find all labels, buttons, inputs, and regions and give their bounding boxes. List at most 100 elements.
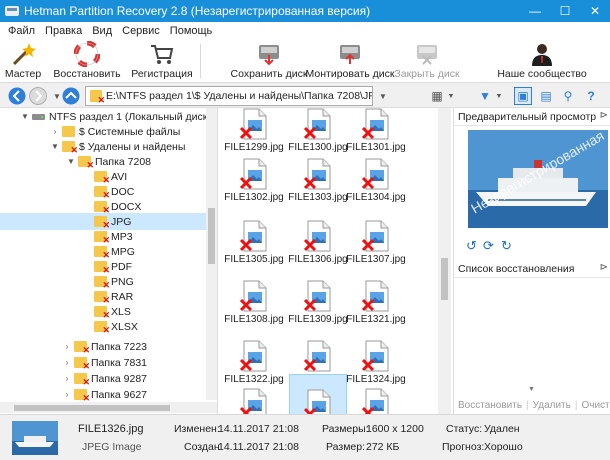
search-icon[interactable]: ⚲ <box>559 87 577 105</box>
status-size-value: 272 КБ <box>366 441 400 453</box>
pin-icon[interactable]: ⊳ <box>600 110 608 121</box>
recovery-delete-button[interactable]: Удалить <box>529 400 575 411</box>
file-item[interactable]: FILE1302.jpg <box>224 144 284 212</box>
app-icon <box>5 6 19 16</box>
restore-button[interactable]: Восстановить <box>52 40 122 82</box>
file-item-label: FILE1307.jpg <box>346 254 406 265</box>
view-mode-dropdown-icon[interactable]: ▼ <box>442 87 460 105</box>
tree-node-label: PNG <box>111 275 134 288</box>
file-item[interactable]: FILE1308.jpg <box>224 266 284 334</box>
tree-node[interactable]: › ✕ Папка 9287 <box>62 370 147 387</box>
close-disk-icon <box>417 45 437 65</box>
file-item[interactable]: FILE1309.jpg <box>288 266 348 334</box>
path-dropdown-icon[interactable]: ▼ <box>374 87 392 105</box>
expand-arrow-icon[interactable]: › <box>62 342 72 351</box>
close-button[interactable]: ✕ <box>580 0 610 22</box>
forward-arrow-icon[interactable] <box>29 87 47 105</box>
rotate-right-icon[interactable]: ↻ <box>501 238 512 254</box>
tree-horizontal-scrollbar[interactable] <box>0 402 217 413</box>
file-item[interactable]: FILE1327.jpg <box>347 374 405 414</box>
tree-hscroll-thumb[interactable] <box>14 405 170 411</box>
tree-node[interactable]: › ✕ Папка 7831 <box>62 354 147 371</box>
deleted-image-file-icon <box>362 108 389 140</box>
expand-arrow-icon[interactable]: › <box>50 127 60 136</box>
menu-edit[interactable]: Правка <box>40 25 87 37</box>
tree-scroll-thumb[interactable] <box>208 208 215 264</box>
deleted-folder-icon: ✕ <box>62 141 78 155</box>
preview-image: Незарегистрированная <box>468 130 608 228</box>
files-scroll-thumb[interactable] <box>441 258 448 300</box>
recovery-list[interactable] <box>454 279 610 394</box>
deleted-image-file-icon <box>240 388 267 414</box>
preview-pane-icon[interactable]: ▣ <box>514 87 532 105</box>
menu-help[interactable]: Помощь <box>165 25 218 37</box>
rotate-both-icon[interactable]: ⟳ <box>483 238 494 254</box>
tree-node-label: PDF <box>111 260 132 273</box>
deleted-image-file-icon <box>362 388 389 414</box>
tree-vertical-scrollbar[interactable] <box>206 108 217 400</box>
collapse-arrow-icon[interactable]: ▼ <box>50 142 60 151</box>
wizard-label: Мастер <box>4 68 42 80</box>
register-button[interactable]: Регистрация <box>130 40 194 82</box>
file-item[interactable]: FILE1305.jpg <box>224 206 284 274</box>
splitter-arrow-icon[interactable]: ▼ <box>528 386 535 393</box>
file-item-selected[interactable]: FILE1326.jpg <box>289 374 347 414</box>
back-arrow-icon[interactable] <box>8 87 26 105</box>
tree-node[interactable]: › ✕ Папка 7223 <box>62 338 147 355</box>
file-item-label: FILE1305.jpg <box>224 254 284 265</box>
menu-file[interactable]: Файл <box>3 25 40 37</box>
pin-icon[interactable]: ⊳ <box>600 262 608 273</box>
deleted-image-file-icon <box>240 280 267 312</box>
file-item[interactable]: FILE1325.jpg <box>225 374 283 414</box>
deleted-image-file-icon <box>304 158 331 190</box>
deleted-folder-icon: ✕ <box>94 246 110 260</box>
toolbar: Мастер Восстановить Регистрация Сохранит… <box>0 40 610 82</box>
wizard-button[interactable]: Мастер <box>4 40 42 82</box>
deleted-image-file-icon <box>362 220 389 252</box>
collapse-arrow-icon[interactable]: ▼ <box>20 112 30 121</box>
status-thumbnail <box>12 421 58 455</box>
tree-node[interactable]: › ✕ Папка 9627 <box>62 386 147 403</box>
expand-arrow-icon[interactable]: › <box>62 390 72 399</box>
mount-disk-icon <box>340 45 360 64</box>
recovery-restore-button[interactable]: Восстановить <box>454 400 526 411</box>
maximize-button[interactable]: ☐ <box>550 0 580 22</box>
expand-arrow-icon[interactable]: › <box>62 374 72 383</box>
file-item-label: FILE1321.jpg <box>346 314 406 325</box>
file-item[interactable]: FILE1307.jpg <box>346 206 406 274</box>
file-item[interactable]: FILE1304.jpg <box>346 144 406 212</box>
file-item[interactable]: FILE1303.jpg <box>288 144 348 212</box>
magic-wand-icon <box>12 43 36 66</box>
mount-disk-label: Монтировать диск <box>305 68 395 80</box>
tree-node-label: XLS <box>111 305 131 318</box>
files-vertical-scrollbar[interactable] <box>438 108 451 414</box>
restore-label: Восстановить <box>53 68 121 80</box>
file-item[interactable]: FILE1321.jpg <box>346 266 406 334</box>
close-disk-button[interactable]: Закрыть диск <box>394 40 460 82</box>
deleted-folder-icon: ✕ <box>90 90 105 105</box>
status-state-label: Статус: <box>446 423 483 435</box>
help-icon[interactable]: ? <box>582 87 600 105</box>
recovery-clear-button[interactable]: Очистить <box>577 400 610 411</box>
menu-tools[interactable]: Сервис <box>117 25 165 37</box>
mount-disk-button[interactable]: Монтировать диск <box>305 40 395 82</box>
address-bar: ▼ ✕ E:\NTFS раздел 1\$ Удалены и найдены… <box>0 82 610 108</box>
deleted-image-file-icon <box>304 108 331 140</box>
save-disk-button[interactable]: Сохранить диск <box>231 40 307 82</box>
file-item[interactable]: FILE1306.jpg <box>288 206 348 274</box>
tree-node-label: Папка 7831 <box>91 356 148 369</box>
expand-arrow-icon[interactable]: › <box>62 358 72 367</box>
menu-view[interactable]: Вид <box>87 25 117 37</box>
save-icon[interactable]: ▤ <box>537 87 555 105</box>
community-button[interactable]: Наше сообщество <box>497 40 587 82</box>
up-arrow-icon[interactable] <box>62 87 80 105</box>
path-field[interactable]: ✕ E:\NTFS раздел 1\$ Удалены и найдены\П… <box>85 86 373 106</box>
filter-dropdown-icon[interactable]: ▼ <box>490 87 508 105</box>
rotate-left-icon[interactable]: ↺ <box>466 238 477 254</box>
minimize-button[interactable]: — <box>520 0 550 22</box>
tree-node[interactable]: ✕ XLSX <box>82 318 138 335</box>
person-icon <box>532 44 552 66</box>
status-file-type: JPEG Image <box>82 441 142 453</box>
collapse-arrow-icon[interactable]: ▼ <box>66 157 76 166</box>
deleted-image-file-icon <box>240 340 267 372</box>
